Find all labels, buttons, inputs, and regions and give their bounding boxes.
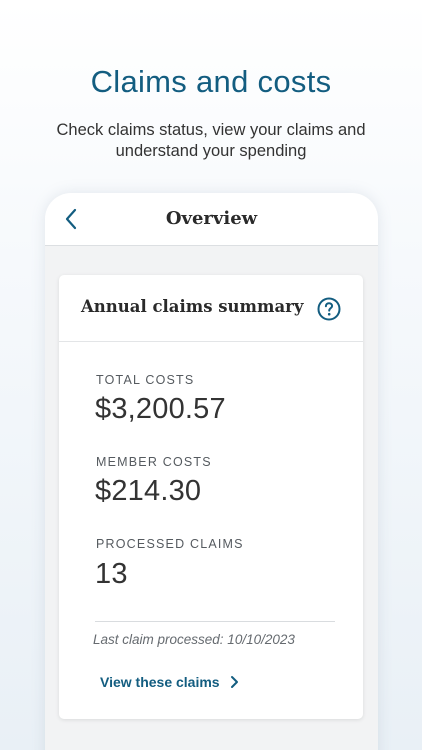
total-costs-value: $3,200.57 [95,393,226,425]
help-button[interactable] [317,297,341,321]
view-these-claims-link[interactable]: View these claims [100,672,239,692]
total-costs-label: TOTAL COSTS [96,373,195,387]
app-header: Overview [45,193,378,246]
divider [95,621,335,622]
card-title: Annual claims summary [81,297,304,316]
member-costs-value: $214.30 [95,475,202,507]
last-claim-processed: Last claim processed: 10/10/2023 [93,632,295,647]
promo-subtitle: Check claims status, view your claims an… [56,121,366,160]
page-title: Overview [165,208,258,229]
processed-claims-value: 13 [95,558,128,590]
card-header: Annual claims summary [59,275,363,342]
processed-claims-label: PROCESSED CLAIMS [96,537,244,551]
view-these-claims-label: View these claims [100,674,220,690]
phone-screen: Overview Annual claims summary TOTAL COS… [45,193,378,750]
promo-title: Claims and costs [90,64,332,99]
member-costs-label: MEMBER COSTS [96,455,212,469]
annual-claims-summary-card: Annual claims summary TOTAL COSTS $3,200… [59,275,363,719]
question-circle-icon [317,297,341,321]
chevron-right-icon [230,676,238,688]
